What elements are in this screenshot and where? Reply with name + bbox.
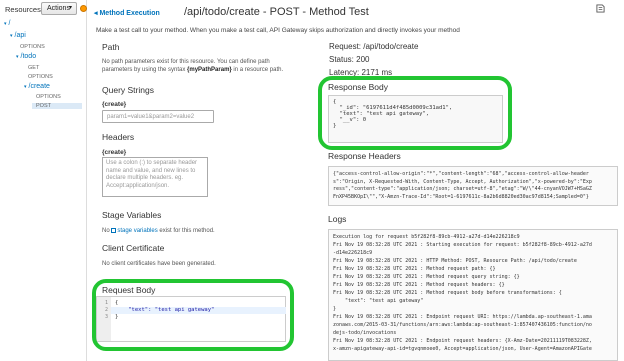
- collapse-icon[interactable]: ▾: [24, 84, 27, 90]
- log-line: Fri Nov 19 08:32:28 UTC 2021 : Method re…: [333, 282, 505, 288]
- response-headers-line: FnXP45BKOpI\"","X-Amzn-Trace-Id":"Root=1…: [333, 193, 589, 200]
- tree-item-todo[interactable]: ▾/todo: [16, 53, 36, 60]
- headers-heading: Headers: [102, 132, 135, 142]
- response-body-box: { "_id": "6197611d4f485d0009c31ad1", "te…: [328, 95, 503, 143]
- line-number: 2: [104, 307, 108, 313]
- log-line: Fri Nov 19 08:32:28 UTC 2021 : Starting …: [333, 242, 592, 248]
- tree-item-root[interactable]: ▾ /: [4, 20, 87, 27]
- log-line: Fri Nov 19 08:32:28 UTC 2021 : Method re…: [333, 266, 496, 272]
- response-headers-line: s":"Origin, X-Requested-With, Content-Ty…: [333, 178, 592, 185]
- collapse-icon[interactable]: ▾: [16, 54, 19, 60]
- log-line: Fri Nov 19 08:32:28 UTC 2021 : Method re…: [333, 290, 562, 296]
- response-headers-heading: Response Headers: [328, 151, 401, 161]
- line-number: 1: [104, 300, 108, 306]
- request-path-text: Request: /api/todo/create: [329, 42, 419, 51]
- resources-title: Resources: [5, 5, 41, 14]
- response-body-heading: Response Body: [328, 82, 389, 92]
- log-line: "text": "test api gateway": [333, 298, 424, 304]
- log-line: }: [333, 306, 337, 312]
- tree-item-create-options[interactable]: OPTIONS: [36, 94, 61, 100]
- log-line: Execution log for request b5f282f8-89cb-…: [333, 234, 520, 240]
- resource-status-icon[interactable]: [80, 5, 87, 12]
- stage-variables-link[interactable]: stage variables: [111, 228, 158, 234]
- log-line: Fri Nov 19 08:32:28 UTC 2021 : Endpoint …: [333, 338, 592, 344]
- code-line: "text": "test api gateway": [115, 307, 215, 313]
- path-description: No path parameters exist for this resour…: [102, 59, 284, 73]
- headers-textarea[interactable]: Use a colon (:) to separate header name …: [102, 157, 208, 197]
- tree-item-api-options[interactable]: OPTIONS: [20, 44, 45, 50]
- line-number: 3: [104, 314, 108, 320]
- tree-item-create-post[interactable]: POST: [32, 103, 82, 109]
- logs-heading: Logs: [328, 214, 347, 224]
- response-body-line: }: [333, 123, 337, 129]
- log-line: Fri Nov 19 08:32:28 UTC 2021 : Endpoint …: [333, 314, 592, 320]
- method-test-page: ◂ Method Execution /api/todo/create - PO…: [88, 0, 624, 361]
- tree-item-todo-get[interactable]: GET: [28, 65, 39, 71]
- response-headers-line: ress","content-type":"application/json; …: [333, 186, 592, 192]
- log-line: Fri Nov 19 08:32:28 UTC 2021 : HTTP Meth…: [333, 258, 577, 264]
- tree-item-create[interactable]: ▾/create: [24, 83, 50, 90]
- resources-panel: Resources Actions ▾ ▾ / ▾/api OPTIONS ▾/t…: [0, 0, 87, 361]
- collapse-icon[interactable]: ▾: [4, 21, 7, 27]
- client-certificate-heading: Client Certificate: [102, 243, 165, 253]
- log-line: x-amzn-apigateway-api-id=tgvqnmoee0, Acc…: [333, 346, 592, 352]
- headers-label: {create}: [102, 149, 127, 156]
- request-body-heading: Request Body: [102, 285, 156, 295]
- page-title: /api/todo/create - POST - Method Test: [184, 6, 369, 18]
- log-line: Fri Nov 19 08:32:28 UTC 2021 : Method re…: [333, 274, 520, 280]
- query-strings-label: {create}: [102, 101, 127, 108]
- latency-text: Latency: 2171 ms: [329, 68, 393, 77]
- tree-item-api[interactable]: ▾/api: [10, 32, 26, 39]
- book-icon[interactable]: [596, 4, 605, 13]
- log-line: -d14e226218c9: [333, 250, 373, 256]
- stage-variables-heading: Stage Variables: [102, 210, 162, 220]
- query-string-input[interactable]: param1=value1&param2=value2: [102, 110, 214, 123]
- tree-item-todo-options[interactable]: OPTIONS: [28, 74, 53, 80]
- path-heading: Path: [102, 42, 120, 52]
- log-line: zonaws.com/2015-03-31/functions/arn:aws:…: [333, 322, 592, 328]
- query-strings-heading: Query Strings: [102, 85, 154, 95]
- stage-variables-text: No stage variables exist for this method…: [102, 228, 215, 234]
- code-line: {: [115, 300, 119, 306]
- response-headers-box: {"access-control-allow-origin":"*","cont…: [328, 166, 618, 206]
- response-headers-line: {"access-control-allow-origin":"*","cont…: [333, 171, 589, 177]
- logs-box[interactable]: Execution log for request b5f282f8-89cb-…: [328, 229, 618, 361]
- collapse-icon[interactable]: ▾: [10, 33, 13, 39]
- back-to-method-execution-link[interactable]: ◂ Method Execution: [94, 9, 160, 17]
- actions-label: Actions: [47, 5, 70, 12]
- client-certificate-text: No client certificates have been generat…: [102, 261, 216, 267]
- log-line: dejs-todo/invocations: [333, 330, 397, 336]
- intro-text: Make a test call to your method. When yo…: [96, 27, 460, 34]
- status-text: Status: 200: [329, 55, 370, 64]
- caret-down-icon: ▾: [68, 5, 72, 11]
- code-line: }: [115, 314, 119, 320]
- actions-dropdown[interactable]: Actions ▾: [41, 2, 77, 15]
- external-link-icon: [111, 228, 117, 233]
- request-body-editor[interactable]: 1 2 3 { "text": "test api gateway" }: [96, 296, 286, 342]
- resources-toolbar: Resources Actions ▾: [0, 0, 87, 18]
